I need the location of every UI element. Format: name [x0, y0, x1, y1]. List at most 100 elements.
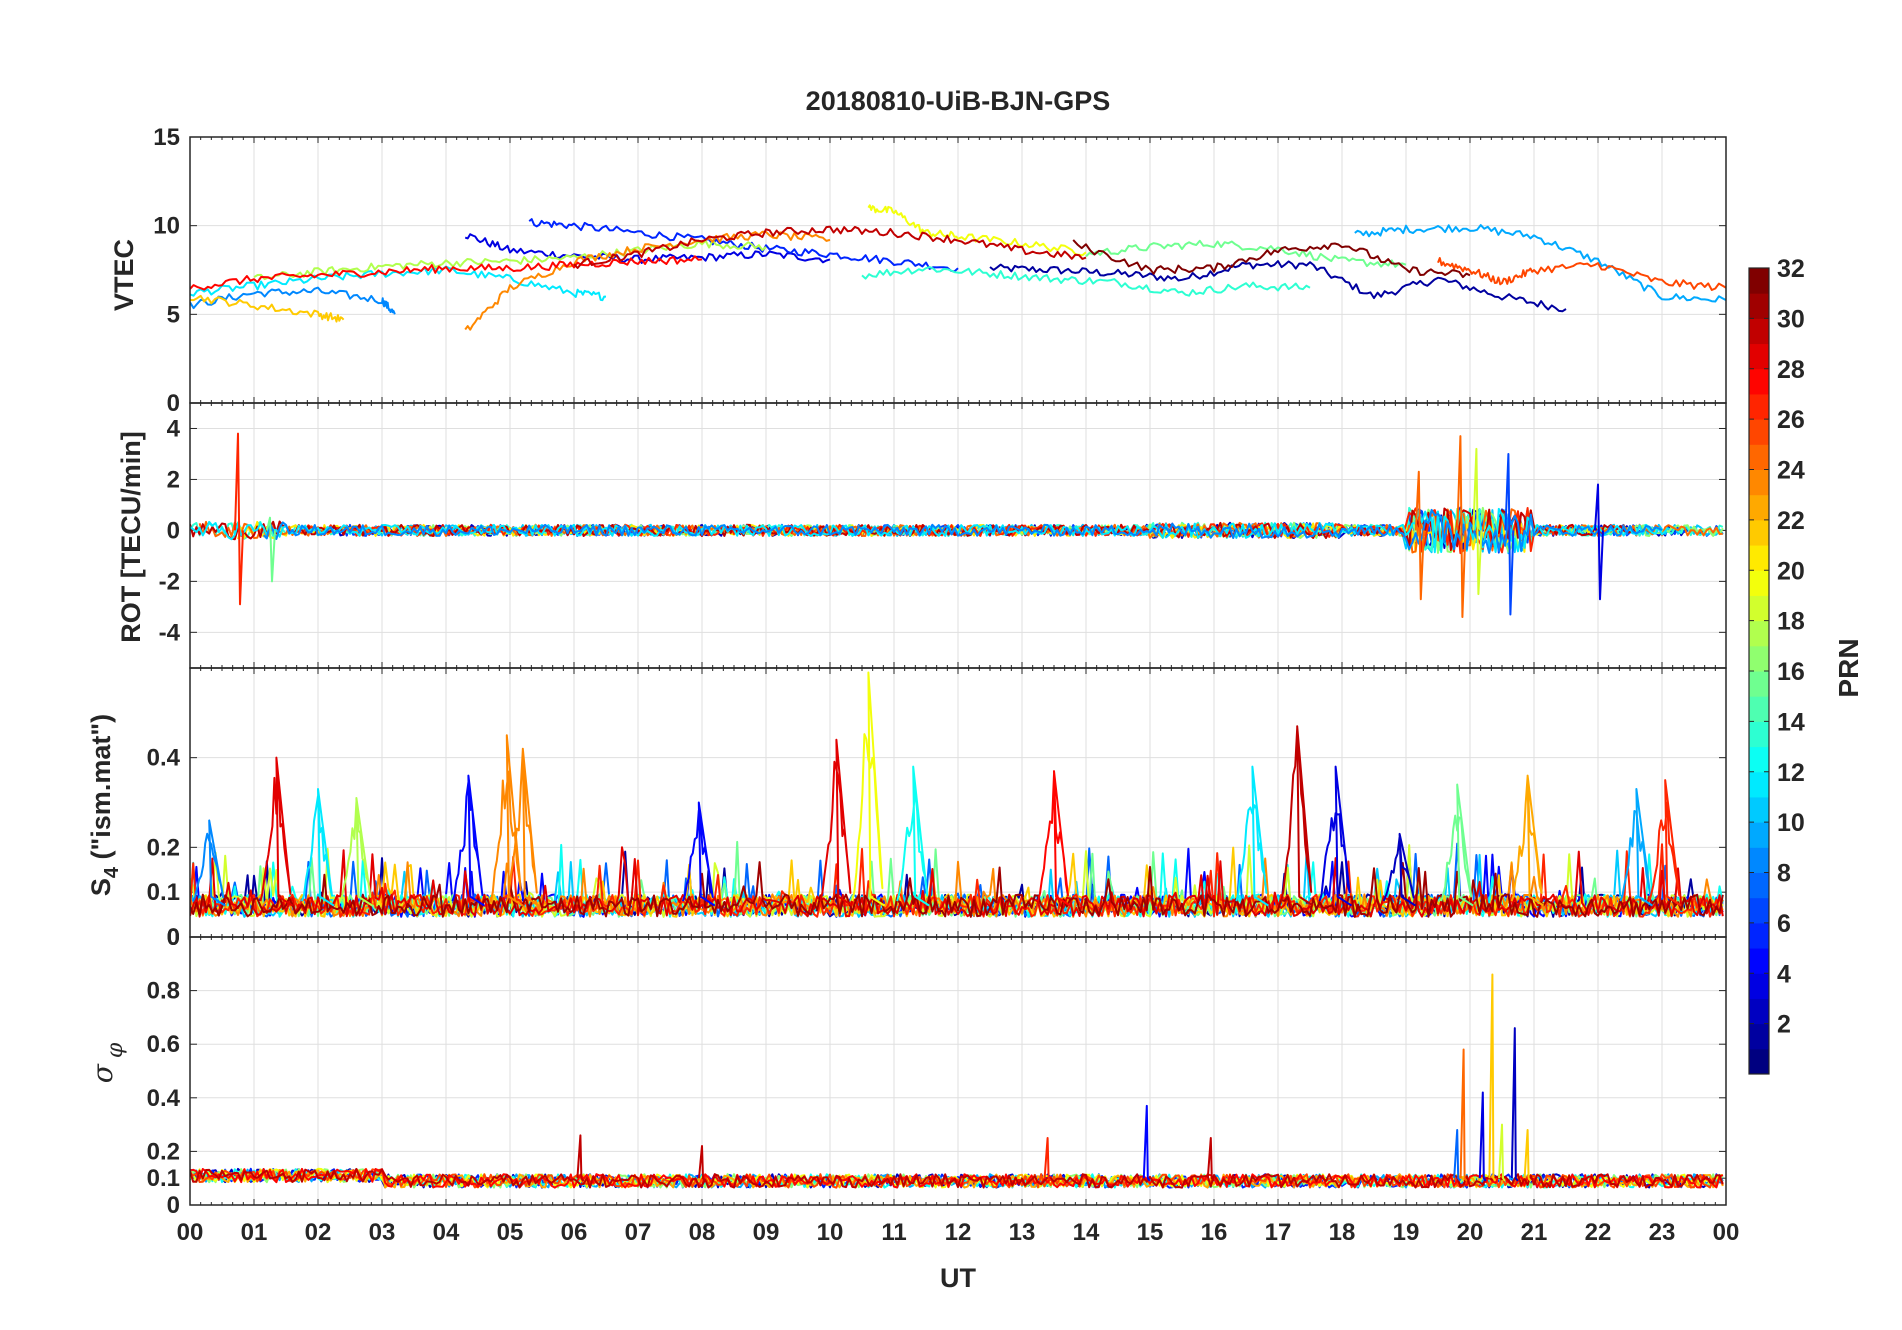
colorbar-segment — [1749, 671, 1769, 697]
panel-vtec: 0 5 10 15 — [153, 124, 1727, 417]
colorbar-segment — [1749, 419, 1769, 445]
sigma-peak — [1498, 1123, 1506, 1182]
colorbar-segment — [1749, 620, 1769, 647]
colorbar-tick-label: 6 — [1777, 910, 1791, 938]
s4-peak — [851, 671, 885, 907]
sigma-peak — [1478, 1091, 1487, 1182]
x-tick-label: 06 — [561, 1219, 588, 1246]
x-tick-label: 14 — [1073, 1219, 1100, 1246]
x-tick-label: 21 — [1521, 1219, 1548, 1246]
x-tick-label: 08 — [689, 1219, 716, 1246]
sigma-ylabel: σφ — [86, 1042, 128, 1083]
rot-spike — [1594, 483, 1604, 601]
colorbar-tick-label: 10 — [1777, 809, 1805, 837]
colorbar-segment — [1749, 948, 1769, 974]
colorbar-tick-label: 16 — [1777, 658, 1805, 686]
x-tick-label: 10 — [817, 1219, 844, 1246]
y-tick-label: 0.2 — [147, 834, 180, 861]
y-tick-label: 4 — [167, 415, 181, 442]
x-tick-label: 12 — [945, 1219, 972, 1246]
colorbar-tick-label: 26 — [1777, 406, 1805, 434]
colorbar-segment — [1749, 293, 1769, 319]
y-tick-label: 0.1 — [147, 879, 180, 906]
x-tick-label: 07 — [625, 1219, 652, 1246]
sigma-peak — [1510, 1027, 1519, 1182]
sigma-peak — [1043, 1137, 1052, 1182]
sigma-symbol: σ — [86, 1063, 119, 1083]
colorbar-segment — [1749, 1023, 1769, 1050]
s4-bottom-tick-label: 0 — [167, 924, 180, 951]
colorbar-segment — [1749, 343, 1769, 370]
colorbar: 2468101214161820222426283032 — [1748, 255, 1805, 1075]
x-tick-label: 19 — [1393, 1219, 1420, 1246]
x-tick-label: 23 — [1649, 1219, 1676, 1246]
vtec-ylabel: VTEC — [109, 239, 139, 311]
x-tick-label: 01 — [241, 1219, 268, 1246]
colorbar-segment — [1749, 922, 1769, 949]
x-tick-label: 09 — [753, 1219, 780, 1246]
colorbar-segment — [1749, 721, 1769, 748]
colorbar-segment — [1749, 570, 1769, 596]
x-tick-label: 20 — [1457, 1219, 1484, 1246]
x-tick-label: 04 — [433, 1219, 460, 1246]
colorbar-segment — [1749, 973, 1769, 999]
x-tick-label: 13 — [1009, 1219, 1036, 1246]
sigma-peak — [1206, 1137, 1215, 1182]
s4-peak — [1510, 774, 1545, 907]
panel-sigma: 00.10.2 0.4 0.6 0.8 — [147, 936, 1727, 1219]
colorbar-tick-label: 14 — [1777, 708, 1805, 736]
colorbar-segment — [1749, 822, 1769, 848]
colorbar-segment — [1749, 393, 1769, 420]
vtec-series-prn-9 — [190, 286, 396, 315]
sigma-peak — [1488, 973, 1497, 1182]
colorbar-segment — [1749, 872, 1769, 899]
s4-series-group — [190, 671, 1724, 918]
s4-ylabel-rest: ("ism.mat") — [86, 714, 116, 867]
x-tick-label: 00 — [1713, 1219, 1740, 1246]
figure-title: 20180810-UiB-BJN-GPS — [806, 86, 1111, 116]
rot-spike — [234, 432, 244, 606]
y-tick-label: 0.2 — [147, 1138, 180, 1165]
y-tick-label: -4 — [159, 619, 181, 646]
colorbar-segment — [1749, 318, 1769, 345]
vtec-series-prn-10 — [1354, 224, 1726, 303]
x-tick-labels: 00 01 02 03 04 05 06 07 08 09 10 11 12 13 14 15 16 17 18 19… — [167, 924, 1740, 1246]
y-tick-label: 0.8 — [147, 978, 180, 1005]
colorbar-segment — [1749, 545, 1769, 571]
sigma-peak — [1523, 1128, 1532, 1182]
x-tick-label: 16 — [1201, 1219, 1228, 1246]
x-axis-label: UT — [940, 1263, 976, 1293]
y-tick-label: 0.4 — [147, 1085, 181, 1112]
sigma-peak — [1453, 1128, 1462, 1182]
s4-ylabel-s: S — [86, 878, 116, 896]
y-tick-label: 0 — [167, 1192, 180, 1219]
colorbar-segment — [1749, 746, 1769, 773]
y-tick-label: 5 — [167, 301, 180, 328]
x-tick-label: 00 — [177, 1219, 204, 1246]
colorbar-segment — [1749, 494, 1769, 521]
x-tick-label: 11 — [881, 1219, 906, 1246]
colorbar-segment — [1749, 1048, 1769, 1075]
x-tick-label: 18 — [1329, 1219, 1356, 1246]
y-tick-label: 15 — [153, 124, 180, 151]
x-tick-label: 17 — [1265, 1219, 1292, 1246]
colorbar-label: PRN — [1833, 638, 1864, 697]
s4-peak — [819, 738, 853, 907]
y-tick-label: 0.4 — [147, 745, 181, 772]
s4-ylabel: S4 ("ism.mat") — [86, 714, 123, 896]
colorbar-tick-label: 30 — [1777, 305, 1805, 333]
s4-peak — [1318, 765, 1353, 907]
panel-rot: -4 -2 0 2 4 — [159, 402, 1727, 669]
s4-peak — [489, 734, 524, 907]
colorbar-tick-label: 8 — [1777, 860, 1791, 888]
colorbar-segment — [1749, 469, 1769, 496]
x-tick-label: 22 — [1585, 1219, 1612, 1246]
colorbar-segment — [1749, 847, 1769, 873]
vtec-series-prn-20 — [867, 204, 1087, 257]
phi-symbol: φ — [103, 1042, 128, 1058]
colorbar-tick-label: 32 — [1777, 255, 1805, 283]
colorbar-segment — [1749, 796, 1769, 823]
vtec-series-prn-22 — [190, 294, 345, 323]
colorbar-tick-label: 18 — [1777, 608, 1805, 636]
colorbar-segment — [1749, 368, 1769, 395]
